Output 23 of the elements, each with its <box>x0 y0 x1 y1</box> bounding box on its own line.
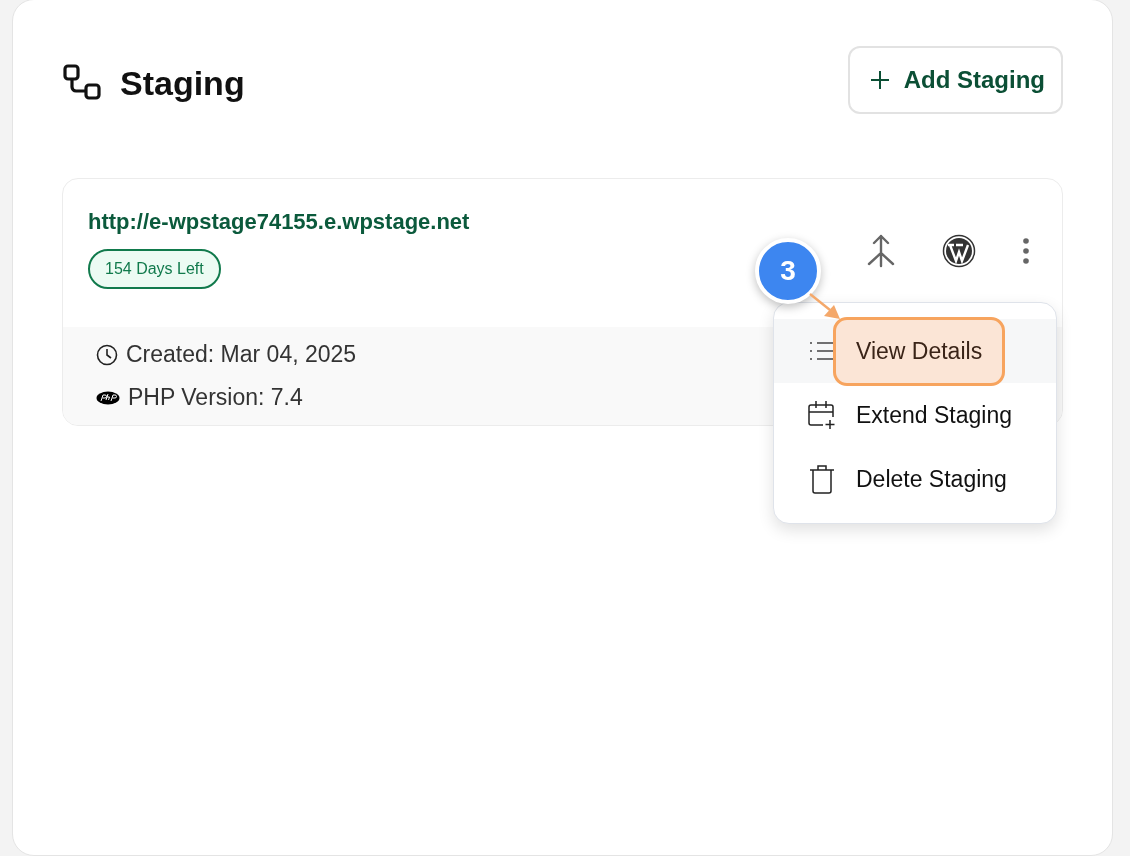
add-staging-button[interactable]: Add Staging <box>847 46 1063 114</box>
clock-icon <box>96 343 118 366</box>
staging-icon <box>62 63 102 103</box>
highlight-box: View Details <box>833 316 1006 386</box>
menu-item[interactable]: Extend Staging <box>774 383 1056 447</box>
menu-item[interactable]: View Details <box>774 319 1056 383</box>
more-options-icon[interactable] <box>1022 237 1030 265</box>
created-date: Created: Mar 04, 2025 <box>126 341 357 368</box>
wordpress-icon[interactable] <box>942 234 976 268</box>
php-icon <box>96 390 120 405</box>
plus-icon <box>869 70 890 90</box>
menu-label: Delete Staging <box>856 465 1007 493</box>
menu-item[interactable]: Delete Staging <box>774 447 1056 511</box>
php-version: PHP Version: 7.4 <box>128 384 303 411</box>
days-left-badge: 154 Days Left <box>88 249 221 289</box>
menu-label: Extend Staging <box>856 401 1012 429</box>
list-icon <box>809 341 835 361</box>
calendar-plus-icon <box>808 400 836 430</box>
trash-icon <box>809 464 835 494</box>
pointer-arrow <box>808 292 842 322</box>
staging-url-link[interactable]: http://e-wpstage74155.e.wpstage.net <box>88 209 470 235</box>
page-title: Staging <box>120 63 245 103</box>
merge-icon[interactable] <box>866 233 896 269</box>
